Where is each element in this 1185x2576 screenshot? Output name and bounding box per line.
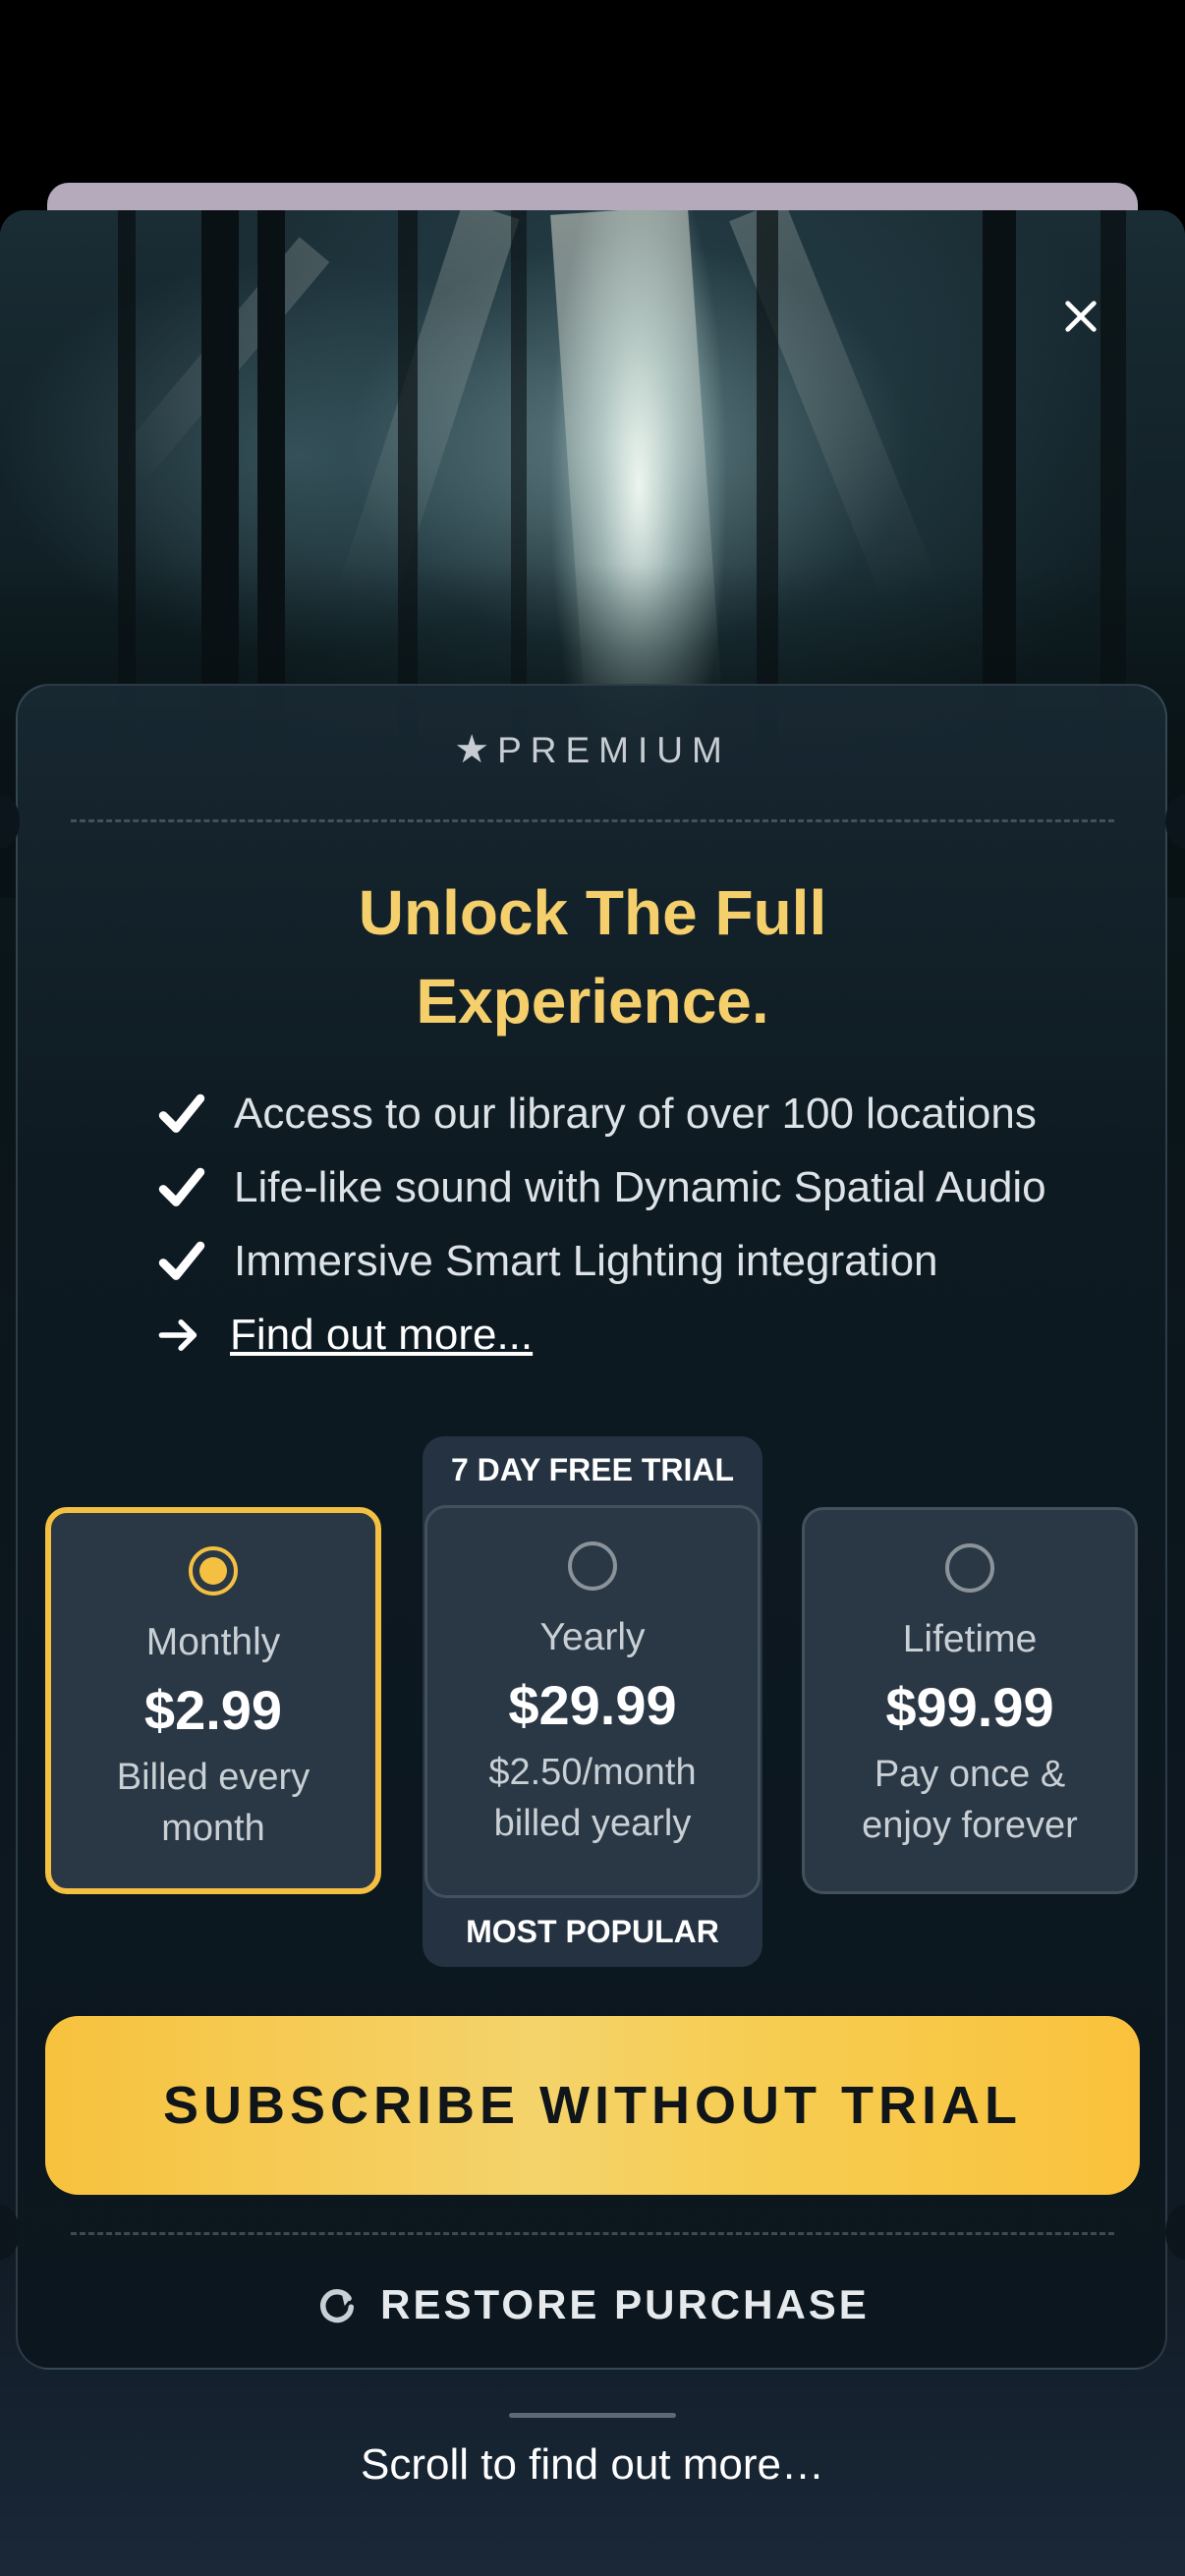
feature-list: Access to our library of over 100 locati…: [153, 1077, 1046, 1372]
arrow-right-icon: [158, 1318, 198, 1351]
restore-purchase-button[interactable]: RESTORE PURCHASE: [0, 2277, 1185, 2332]
radio-unselected[interactable]: [568, 1541, 617, 1591]
plan-monthly[interactable]: Monthly $2.99 Billed every month: [45, 1507, 381, 1894]
divider-bottom: [71, 2232, 1114, 2235]
scroll-hint: Scroll to find out more…: [361, 2440, 824, 2489]
check-icon: [158, 1093, 205, 1133]
feature-item: Access to our library of over 100 locati…: [153, 1077, 1046, 1150]
star-icon: ★: [454, 728, 490, 771]
close-icon: [1065, 301, 1097, 332]
plan-yearly[interactable]: Yearly $29.99 $2.50/month billed yearly: [424, 1505, 761, 1898]
refresh-icon: [320, 2289, 355, 2324]
check-icon: [158, 1241, 205, 1280]
close-button[interactable]: [1051, 287, 1110, 346]
check-icon: [158, 1167, 205, 1206]
popular-label: MOST POPULAR: [466, 1914, 719, 1949]
status-bar-area: [0, 0, 1185, 187]
premium-badge: ★ PREMIUM: [454, 728, 731, 771]
plan-lifetime[interactable]: Lifetime $99.99 Pay once & enjoy forever: [802, 1507, 1138, 1894]
radio-selected[interactable]: [189, 1546, 238, 1596]
find-out-more-link[interactable]: Find out more...: [153, 1298, 1046, 1372]
headline: Unlock The Full Experience.: [358, 877, 827, 1036]
feature-item: Immersive Smart Lighting integration: [153, 1224, 1046, 1298]
scroll-handle[interactable]: [509, 2413, 676, 2418]
divider-top: [71, 819, 1114, 822]
subscribe-button[interactable]: SUBSCRIBE WITHOUT TRIAL: [45, 2016, 1140, 2195]
feature-item: Life-like sound with Dynamic Spatial Aud…: [153, 1150, 1046, 1224]
radio-unselected[interactable]: [945, 1543, 994, 1593]
trial-label: 7 DAY FREE TRIAL: [450, 1452, 735, 1487]
